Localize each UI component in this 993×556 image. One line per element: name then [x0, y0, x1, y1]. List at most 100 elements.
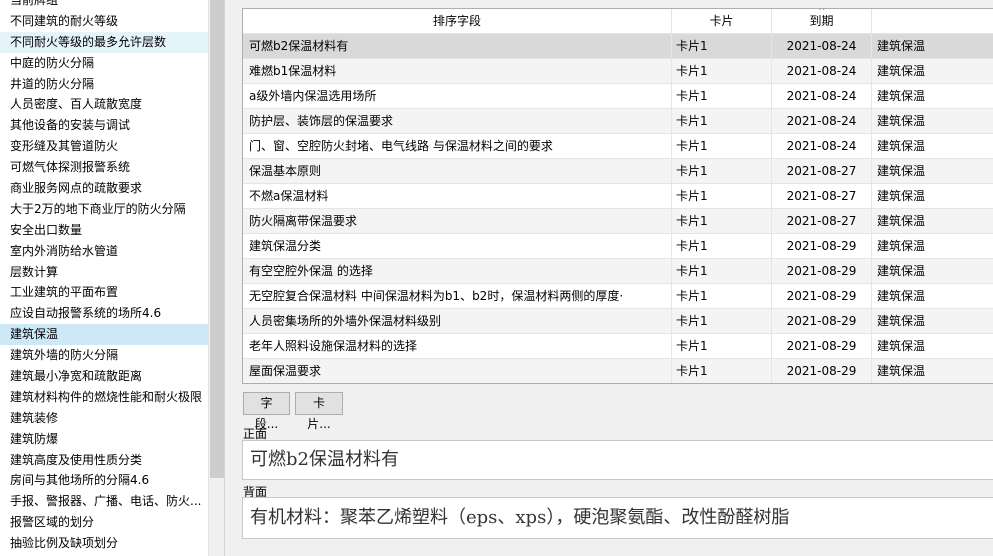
deck-item[interactable]: 商业服务网点的疏散要求 [0, 178, 208, 199]
cell-due: 2021-08-24 [772, 84, 872, 108]
column-header-card[interactable]: 卡片 [672, 9, 772, 34]
table-row[interactable]: 不燃a保温材料 卡片1 2021-08-27 建筑保温 [243, 184, 993, 209]
cell-deck: 建筑保温 [877, 339, 926, 353]
deck-item[interactable]: 建筑高度及使用性质分类 [0, 450, 208, 471]
deck-item[interactable]: 中庭的防火分隔 [0, 53, 208, 74]
deck-item[interactable]: 抽验比例及缺项划分 [0, 533, 208, 554]
table-row[interactable]: 老年人照料设施保温材料的选择 卡片1 2021-08-29 建筑保温 [243, 334, 993, 359]
table-row[interactable]: 保温基本原则 卡片1 2021-08-27 建筑保温 [243, 159, 993, 184]
deck-item[interactable]: 报警区域的划分 [0, 512, 208, 533]
cell-sort-field: 保温基本原则 [243, 159, 672, 183]
table-row[interactable]: 可燃b2保温材料有 卡片1 2021-08-24 建筑保温 [243, 34, 993, 59]
cell-card: 卡片1 [672, 234, 772, 258]
cell-deck: 建筑保温 [877, 264, 926, 278]
column-header-sort-field[interactable]: 排序字段 [243, 9, 672, 34]
cell-deck: 建筑保温 [877, 89, 926, 103]
cell-card: 卡片1 [672, 334, 772, 358]
table-row[interactable]: 无空腔复合保温材料 中间保温材料为b1、b2时，保温材料两侧的厚度· 卡片1 202… [243, 284, 993, 309]
table-row[interactable]: 门、窗、空腔防火封堵、电气线路 与保温材料之间的要求 卡片1 2021-08-24 建… [243, 134, 993, 159]
cell-due: 2021-08-29 [772, 234, 872, 258]
table-row[interactable]: 有空空腔外保温 的选择 卡片1 2021-08-29 建筑保温 [243, 259, 993, 284]
cell-card: 卡片1 [672, 209, 772, 233]
cell-sort-field: 屋面保温要求 [243, 359, 672, 383]
cell-card: 卡片1 [672, 284, 772, 308]
table-row[interactable]: 防护层、装饰层的保温要求 卡片1 2021-08-24 建筑保温 [243, 109, 993, 134]
cell-due: 2021-08-24 [772, 34, 872, 58]
cell-due: 2021-08-29 [772, 259, 872, 283]
deck-item[interactable]: 当前牌组 [0, 0, 208, 11]
deck-item[interactable]: 大于2万的地下商业厅的防火分隔 [0, 199, 208, 220]
cell-due: 2021-08-24 [772, 109, 872, 133]
back-field-editor[interactable]: 有机材料：聚苯乙烯塑料（eps、xps），硬泡聚氨酯、改性酚醛树脂 [242, 497, 993, 539]
fields-button[interactable]: 字段... [243, 392, 290, 431]
cell-deck: 建筑保温 [877, 114, 926, 128]
cell-deck: 建筑保温 [877, 239, 926, 253]
deck-item[interactable]: 建筑最小净宽和疏散距离 [0, 366, 208, 387]
deck-list-scroll-thumb[interactable] [210, 0, 224, 478]
cell-due: 2021-08-29 [772, 284, 872, 308]
deck-item[interactable]: 不同耐火等级的最多允许层数 [0, 31, 208, 53]
deck-item[interactable]: 层数计算 [0, 262, 208, 283]
cell-deck: 建筑保温 [877, 214, 926, 228]
table-row[interactable]: 屋面保温要求 卡片1 2021-08-29 建筑保温 [243, 359, 993, 383]
table-row[interactable]: 建筑保温分类 卡片1 2021-08-29 建筑保温 [243, 234, 993, 259]
sort-ascending-icon: ^ [818, 8, 826, 17]
cell-due: 2021-08-24 [772, 134, 872, 158]
cell-card: 卡片1 [672, 359, 772, 383]
panel-splitter[interactable] [224, 0, 225, 556]
deck-item[interactable]: 建筑外墙的防火分隔 [0, 345, 208, 366]
deck-item[interactable]: 安全出口数量 [0, 220, 208, 241]
cell-due: 2021-08-29 [772, 334, 872, 358]
deck-item[interactable]: 工业建筑的平面布置 [0, 282, 208, 303]
front-field-editor[interactable]: 可燃b2保温材料有 [242, 440, 993, 480]
cell-card: 卡片1 [672, 59, 772, 83]
deck-item[interactable]: 井道的防火分隔 [0, 74, 208, 95]
deck-item[interactable]: 建筑防爆 [0, 429, 208, 450]
cell-sort-field: 可燃b2保温材料有 [243, 34, 672, 58]
cell-due: 2021-08-29 [772, 359, 872, 383]
deck-item[interactable]: 建筑材料构件的燃烧性能和耐火极限 [0, 387, 208, 408]
cell-sort-field: 有空空腔外保温 的选择 [243, 259, 672, 283]
table-row[interactable]: 人员密集场所的外墙外保温材料级别 卡片1 2021-08-29 建筑保温 [243, 309, 993, 334]
cell-deck: 建筑保温 [877, 314, 926, 328]
table-row[interactable]: 防火隔离带保温要求 卡片1 2021-08-27 建筑保温 [243, 209, 993, 234]
cell-deck: 建筑保温 [877, 39, 926, 53]
cell-deck: 建筑保温 [877, 289, 926, 303]
deck-list-panel: 当前牌组 不同建筑的耐火等级 不同耐火等级的最多允许层数 中庭的防火分隔 井道的防火分隔… [0, 0, 208, 556]
table-row[interactable]: 难燃b1保温材料 卡片1 2021-08-24 建筑保温 [243, 59, 993, 84]
cards-button[interactable]: 卡片... [295, 392, 343, 431]
deck-list: 当前牌组 不同建筑的耐火等级 不同耐火等级的最多允许层数 中庭的防火分隔 井道的防火分隔… [0, 0, 208, 554]
deck-item[interactable]: 其他设备的安装与调试 [0, 115, 208, 136]
card-table: 排序字段 卡片 到期 ^ 可燃b2保温材料有 卡片1 2021-08-24 建筑保温难… [242, 8, 993, 384]
deck-item[interactable]: 手报、警报器、广播、电话、防火... [0, 491, 208, 512]
cell-sort-field: 无空腔复合保温材料 中间保温材料为b1、b2时，保温材料两侧的厚度· [243, 284, 672, 308]
cell-deck: 建筑保温 [877, 364, 926, 378]
cell-due: 2021-08-24 [772, 59, 872, 83]
cell-due: 2021-08-29 [772, 309, 872, 333]
cell-due: 2021-08-27 [772, 209, 872, 233]
deck-item[interactable]: 建筑装修 [0, 408, 208, 429]
cell-sort-field: 门、窗、空腔防火封堵、电气线路 与保温材料之间的要求 [243, 134, 672, 158]
table-row[interactable]: a级外墙内保温选用场所 卡片1 2021-08-24 建筑保温 [243, 84, 993, 109]
deck-item[interactable]: 可燃气体探测报警系统 [0, 157, 208, 178]
deck-list-scrollbar[interactable] [208, 0, 224, 556]
cell-card: 卡片1 [672, 184, 772, 208]
table-body: 可燃b2保温材料有 卡片1 2021-08-24 建筑保温 难燃b1保温材料 卡片1 202… [243, 34, 993, 383]
deck-item[interactable]: 应设自动报警系统的场所4.6 [0, 303, 208, 324]
cell-card: 卡片1 [672, 109, 772, 133]
cell-sort-field: 不燃a保温材料 [243, 184, 672, 208]
deck-item[interactable]: 人员密度、百人疏散宽度 [0, 94, 208, 115]
cell-deck: 建筑保温 [877, 189, 926, 203]
deck-item[interactable]: 变形缝及其管道防火 [0, 136, 208, 157]
deck-item[interactable]: 房间与其他场所的分隔4.6 [0, 470, 208, 491]
cell-deck: 建筑保温 [877, 164, 926, 178]
column-header-deck[interactable] [872, 9, 993, 34]
card-browser-window: 当前牌组 不同建筑的耐火等级 不同耐火等级的最多允许层数 中庭的防火分隔 井道的防火分隔… [0, 0, 993, 556]
deck-item[interactable]: 建筑保温 [0, 324, 208, 346]
cell-sort-field: 老年人照料设施保温材料的选择 [243, 334, 672, 358]
deck-item[interactable]: 不同建筑的耐火等级 [0, 11, 208, 32]
cell-sort-field: 建筑保温分类 [243, 234, 672, 258]
cell-card: 卡片1 [672, 259, 772, 283]
deck-item[interactable]: 室内外消防给水管道 [0, 241, 208, 262]
cell-due: 2021-08-27 [772, 159, 872, 183]
